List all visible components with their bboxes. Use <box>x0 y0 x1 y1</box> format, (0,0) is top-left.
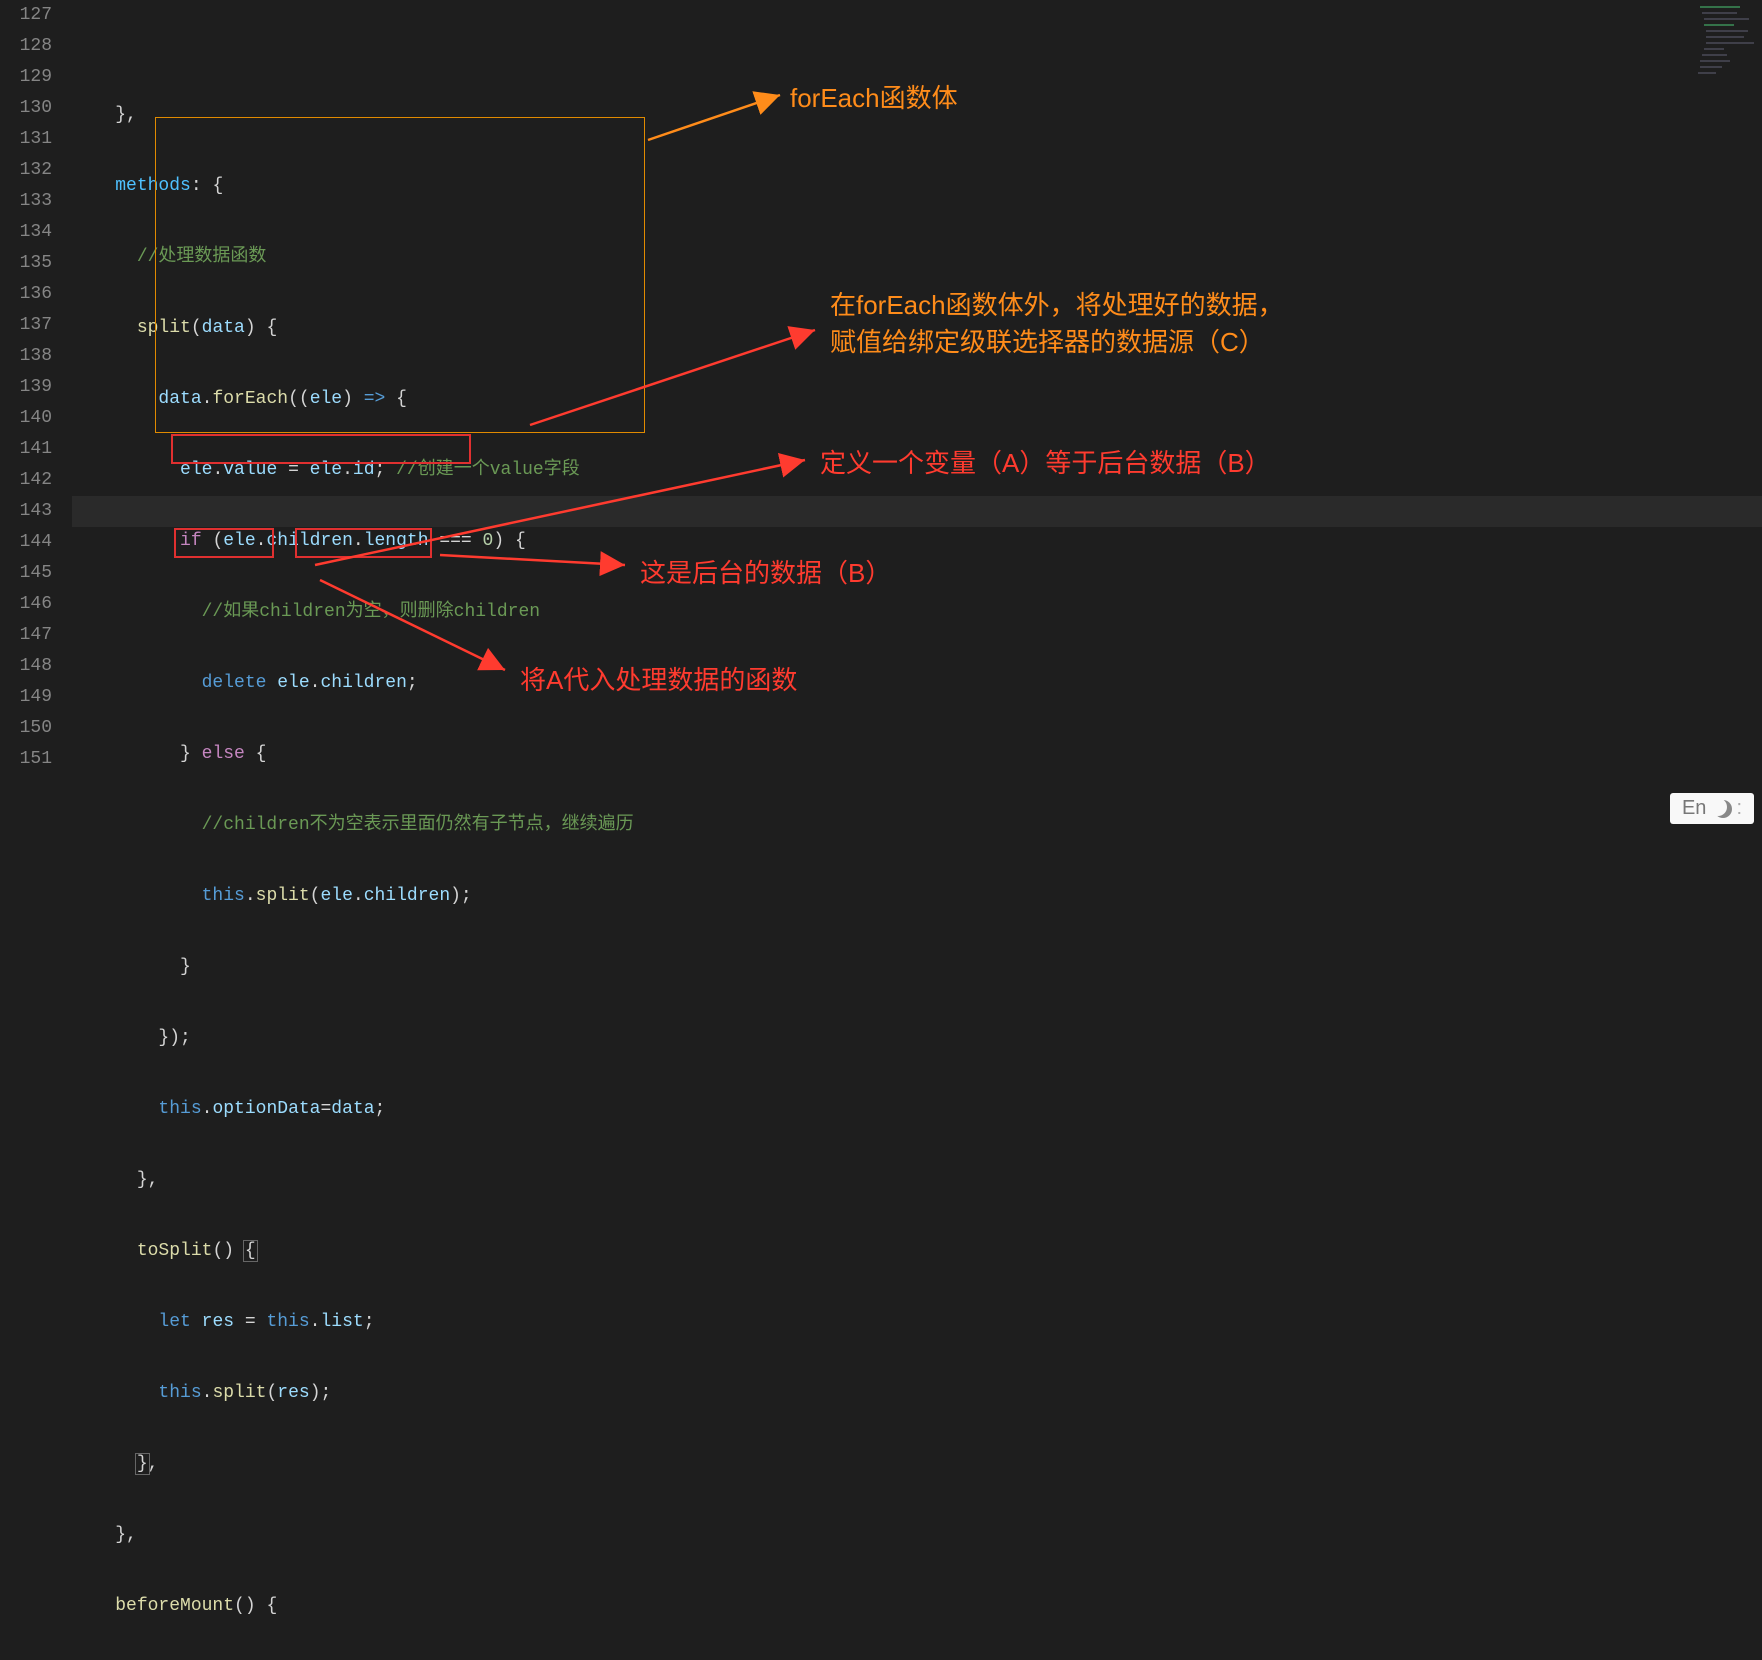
code-line[interactable]: let res = this.list; <box>72 1307 1762 1338</box>
line-number: 138 <box>0 341 52 372</box>
line-number: 142 <box>0 465 52 496</box>
code-editor[interactable]: 127 128 129 130 131 132 133 134 135 136 … <box>0 0 1762 830</box>
code-line[interactable]: this.split(res); <box>72 1378 1762 1409</box>
line-number: 127 <box>0 0 52 31</box>
line-number: 140 <box>0 403 52 434</box>
code-line[interactable]: }, <box>72 1165 1762 1196</box>
line-number: 141 <box>0 434 52 465</box>
line-number: 149 <box>0 682 52 713</box>
line-number: 143 <box>0 496 52 527</box>
code-line[interactable]: if (ele.children.length === 0) { <box>72 526 1762 557</box>
line-number: 151 <box>0 744 52 775</box>
code-line[interactable]: toSplit() { <box>72 1236 1762 1267</box>
line-number: 133 <box>0 186 52 217</box>
code-line[interactable]: //处理数据函数 <box>72 242 1762 273</box>
code-line[interactable]: this.optionData=data; <box>72 1094 1762 1125</box>
line-number: 130 <box>0 93 52 124</box>
code-line[interactable]: }, <box>72 100 1762 131</box>
code-line[interactable]: }, <box>72 1520 1762 1551</box>
code-area[interactable]: }, methods: { //处理数据函数 split(data) { dat… <box>72 0 1762 830</box>
code-line[interactable]: this.split(ele.children); <box>72 881 1762 912</box>
code-line[interactable]: delete ele.children; <box>72 668 1762 699</box>
line-number-gutter: 127 128 129 130 131 132 133 134 135 136 … <box>0 0 72 830</box>
code-line[interactable]: }, <box>72 1449 1762 1480</box>
code-line[interactable]: //children不为空表示里面仍然有子节点，继续遍历 <box>72 810 1762 841</box>
line-number: 144 <box>0 527 52 558</box>
line-number: 139 <box>0 372 52 403</box>
line-number: 137 <box>0 310 52 341</box>
line-number: 128 <box>0 31 52 62</box>
code-line[interactable]: data.forEach((ele) => { <box>72 384 1762 415</box>
line-number: 136 <box>0 279 52 310</box>
line-number: 145 <box>0 558 52 589</box>
code-line[interactable]: }); <box>72 1023 1762 1054</box>
line-number: 146 <box>0 589 52 620</box>
code-line[interactable]: } <box>72 952 1762 983</box>
line-number: 150 <box>0 713 52 744</box>
code-line[interactable]: beforeMount() { <box>72 1591 1762 1622</box>
line-number: 134 <box>0 217 52 248</box>
code-line[interactable]: } else { <box>72 739 1762 770</box>
line-number: 147 <box>0 620 52 651</box>
line-number: 131 <box>0 124 52 155</box>
code-line[interactable]: methods: { <box>72 171 1762 202</box>
line-number: 129 <box>0 62 52 93</box>
code-line[interactable]: split(data) { <box>72 313 1762 344</box>
code-line[interactable]: ele.value = ele.id; //创建一个value字段 <box>72 455 1762 486</box>
code-line[interactable]: //如果children为空，则删除children <box>72 597 1762 628</box>
line-number: 135 <box>0 248 52 279</box>
line-number: 132 <box>0 155 52 186</box>
line-number: 148 <box>0 651 52 682</box>
